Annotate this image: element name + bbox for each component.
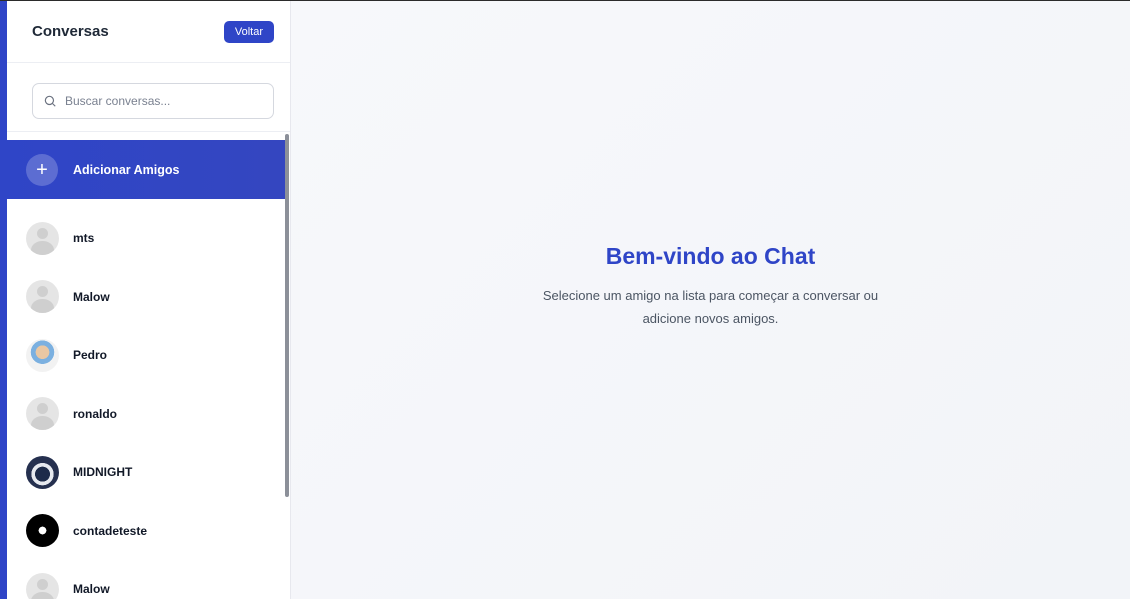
contact-name: Malow [73,289,110,304]
default-avatar-icon [26,280,59,314]
contacts-list: mts Malow Pedro ronaldo MIDNIGHT contade… [7,199,290,599]
accent-bar [0,1,7,599]
contact-name: contadeteste [73,523,148,538]
profile-photo-avatar [26,338,59,372]
contact-name: Malow [73,582,110,597]
default-avatar-icon [26,572,59,599]
profile-photo-avatar [26,455,59,489]
default-avatar-icon [26,397,59,431]
back-button[interactable]: Voltar [223,20,274,43]
sidebar-header: Conversas Voltar [7,1,290,63]
add-friends-button[interactable]: + Adicionar Amigos [7,140,285,199]
add-friends-label: Adicionar Amigos [73,162,180,177]
scrollbar-thumb[interactable] [285,134,289,497]
contact-item[interactable]: Pedro [7,326,290,385]
contact-item[interactable]: Malow [7,268,290,327]
contact-item[interactable]: MIDNIGHT [7,443,290,502]
contact-item[interactable]: ronaldo [7,385,290,444]
contact-name: MIDNIGHT [73,465,133,480]
search-icon [44,95,56,107]
plus-icon: + [26,153,58,186]
search-box[interactable] [32,83,274,119]
welcome-message: Selecione um amigo na lista para começar… [542,288,879,326]
chat-app: Conversas Voltar + Adicionar Amigos [0,0,1130,599]
contact-item[interactable]: Malow [7,560,290,599]
contact-name: mts [73,231,95,246]
contact-item[interactable]: mts [7,209,290,268]
contact-name: ronaldo [73,406,117,421]
profile-photo-avatar [26,514,59,548]
contact-name: Pedro [73,348,108,363]
contact-item[interactable]: contadeteste [7,502,290,561]
default-avatar-icon [26,221,59,255]
scrollbar[interactable] [285,132,290,599]
search-input[interactable] [65,94,245,108]
sidebar-title: Conversas [32,23,109,40]
conversation-list[interactable]: + Adicionar Amigos mts Malow Pedro ronal… [7,132,290,599]
welcome-title: Bem-vindo ao Chat [605,243,816,269]
sidebar: Conversas Voltar + Adicionar Amigos [7,1,291,599]
search-section [7,63,290,132]
welcome-panel: Bem-vindo ao Chat Selecione um amigo na … [291,1,1130,599]
